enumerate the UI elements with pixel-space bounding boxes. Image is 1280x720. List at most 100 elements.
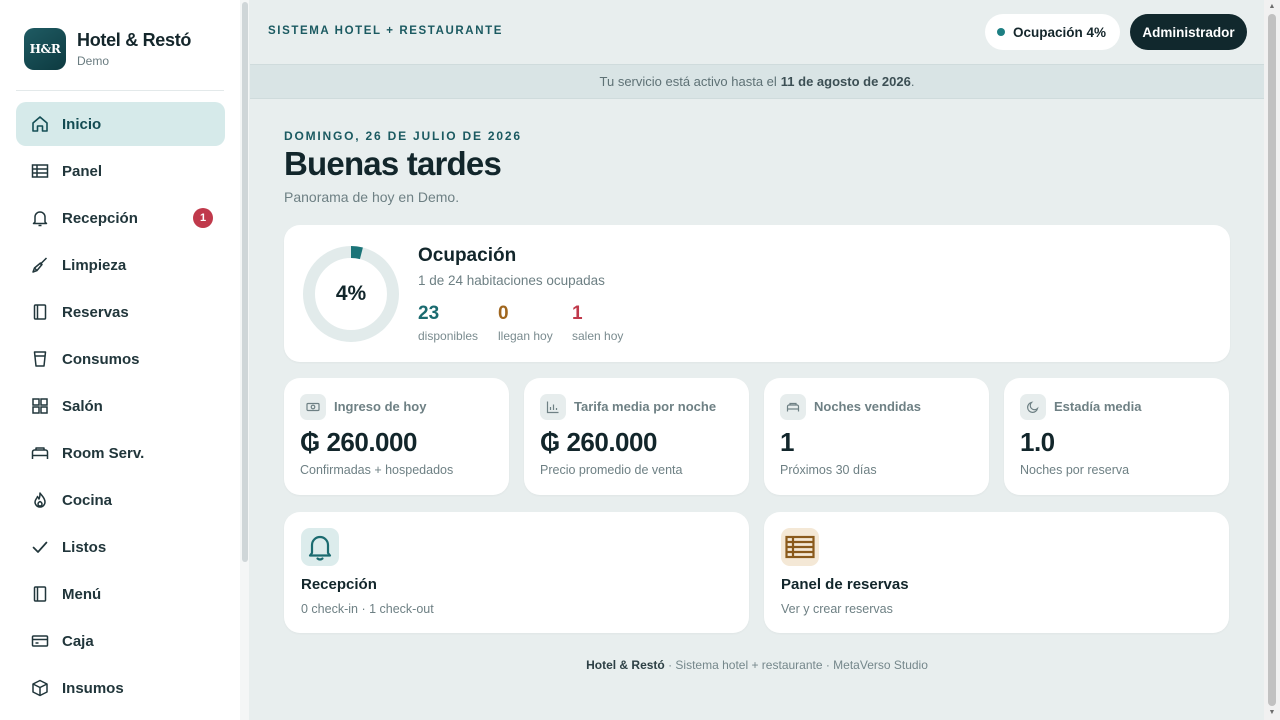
occupancy-title: Ocupación: [418, 245, 517, 266]
notice-suffix: .: [910, 74, 915, 89]
kpi-label: Tarifa media por noche: [574, 399, 717, 414]
occupancy-subtitle: 1 de 24 habitaciones ocupadas: [418, 273, 605, 288]
kpi-card-avg-rate: Tarifa media por noche ₲ 260.000 Precio …: [524, 378, 749, 495]
stat-departures: 1 salen hoy: [572, 303, 623, 343]
bed-icon: [30, 443, 50, 463]
stat-available: 23 disponibles: [418, 303, 478, 343]
stat-caption: disponibles: [418, 329, 479, 343]
sidebar-item-room-serv[interactable]: Room Serv.: [16, 431, 225, 475]
bell-icon: [30, 208, 50, 228]
stat-value: 0: [498, 303, 509, 324]
sidebar-scrollbar-thumb[interactable]: [242, 2, 248, 562]
sidebar-divider: [16, 90, 224, 91]
current-date: DOMINGO, 26 DE JULIO DE 2026: [284, 129, 522, 143]
stat-caption: salen hoy: [572, 329, 624, 343]
sidebar-item-consumos[interactable]: Consumos: [16, 337, 225, 381]
kpi-value: 1: [780, 427, 794, 457]
kpi-label: Estadía media: [1054, 399, 1142, 414]
sidebar-item-label: Menú: [62, 585, 102, 603]
bell-icon: [301, 528, 339, 566]
stat-value: 1: [572, 303, 583, 324]
check-icon: [30, 537, 50, 557]
quick-action-subtitle: 0 check-in · 1 check-out: [301, 602, 434, 616]
page-subtitle: Panorama de hoy en Demo.: [284, 189, 460, 205]
top-bar: SISTEMA HOTEL + RESTAURANTE Ocupación 4%…: [250, 0, 1264, 64]
quick-action-title: Panel de reservas: [781, 576, 909, 593]
admin-button[interactable]: Administrador: [1130, 14, 1247, 50]
sidebar-item-label: Cocina: [62, 491, 113, 509]
page-scrollbar-thumb[interactable]: [1268, 14, 1276, 706]
occupancy-pill[interactable]: Ocupación 4%: [985, 14, 1120, 50]
notification-badge: 1: [193, 208, 213, 228]
brand-subtitle: Demo: [77, 54, 110, 68]
sidebar-item-cocina[interactable]: Cocina: [16, 478, 225, 522]
occupancy-pill-label: Ocupación 4%: [1013, 24, 1107, 40]
tables-icon: [30, 396, 50, 416]
sidebar-item-reservas[interactable]: Reservas: [16, 290, 225, 334]
quick-action-title: Recepción: [301, 576, 377, 593]
kpi-caption: Próximos 30 días: [780, 463, 877, 477]
moon-icon: [1020, 394, 1046, 420]
brand[interactable]: H&R Hotel & Restó Demo: [24, 28, 191, 70]
grid-table-icon: [781, 528, 819, 566]
stat-arrivals: 0 llegan hoy: [498, 303, 553, 343]
sidebar-item-inicio[interactable]: Inicio: [16, 102, 225, 146]
footer: Hotel & Restó · Sistema hotel + restaura…: [250, 658, 1264, 672]
kpi-value: 1.0: [1020, 427, 1055, 457]
notice-date: 11 de agosto de 2026: [780, 74, 911, 89]
kpi-card-revenue: Ingreso de hoy ₲ 260.000 Confirmadas + h…: [284, 378, 509, 495]
sidebar-item-label: Listos: [62, 538, 107, 556]
cash-register-icon: [30, 631, 50, 651]
sidebar-item-caja[interactable]: Caja: [16, 619, 225, 663]
sidebar: H&R Hotel & Restó Demo Inicio Panel Rece…: [0, 0, 249, 720]
sidebar-item-recepcion[interactable]: Recepción 1: [16, 196, 225, 240]
occupancy-card: 4% Ocupación 1 de 24 habitaciones ocupad…: [284, 225, 1230, 362]
quick-action-recepcion[interactable]: Recepción 0 check-in · 1 check-out: [284, 512, 749, 633]
grid-table-icon: [30, 161, 50, 181]
brand-logo: H&R: [24, 28, 66, 70]
sidebar-item-label: Room Serv.: [62, 444, 145, 462]
sidebar-item-label: Limpieza: [62, 256, 127, 274]
bar-chart-icon: [540, 394, 566, 420]
scroll-down-icon[interactable]: ▼: [1268, 709, 1276, 717]
sidebar-item-label: Caja: [62, 632, 94, 650]
kpi-label: Ingreso de hoy: [334, 399, 427, 414]
status-dot: [997, 28, 1005, 36]
occupancy-percent: 4%: [335, 282, 367, 305]
kpi-caption: Confirmadas + hospedados: [300, 463, 454, 477]
kpi-label: Noches vendidas: [814, 399, 921, 414]
box-icon: [30, 678, 50, 698]
sidebar-item-label: Inicio: [62, 115, 102, 133]
sidebar-item-salon[interactable]: Salón: [16, 384, 225, 428]
kpi-card-nights-sold: Noches vendidas 1 Próximos 30 días: [764, 378, 989, 495]
flame-icon: [30, 490, 50, 510]
sidebar-item-panel[interactable]: Panel: [16, 149, 225, 193]
book-icon: [30, 302, 50, 322]
cup-icon: [30, 349, 50, 369]
quick-action-panel-reservas[interactable]: Panel de reservas Ver y crear reservas: [764, 512, 1229, 633]
broom-icon: [30, 255, 50, 275]
stat-caption: llegan hoy: [498, 329, 553, 343]
quick-action-subtitle: Ver y crear reservas: [781, 602, 893, 616]
sidebar-item-label: Reservas: [62, 303, 129, 321]
kpi-value: ₲ 260.000: [300, 427, 417, 457]
sidebar-item-label: Recepción: [62, 209, 138, 227]
sidebar-nav: Inicio Panel Recepción 1 Limpieza Reserv…: [16, 102, 225, 713]
sidebar-item-label: Panel: [62, 162, 103, 180]
kpi-caption: Noches por reserva: [1020, 463, 1130, 477]
kpi-caption: Precio promedio de venta: [540, 463, 683, 477]
kpi-value: ₲ 260.000: [540, 427, 657, 457]
brand-name: Hotel & Restó: [77, 30, 192, 50]
footer-brand: Hotel & Restó: [586, 658, 665, 672]
page-title: Buenas tardes: [284, 145, 502, 182]
scroll-up-icon[interactable]: ▲: [1268, 3, 1276, 11]
sidebar-item-limpieza[interactable]: Limpieza: [16, 243, 225, 287]
bed-icon: [780, 394, 806, 420]
app-title: SISTEMA HOTEL + RESTAURANTE: [268, 25, 503, 37]
money-icon: [300, 394, 326, 420]
sidebar-item-label: Salón: [62, 397, 103, 415]
sidebar-item-menu[interactable]: Menú: [16, 572, 225, 616]
sidebar-item-insumos[interactable]: Insumos: [16, 666, 225, 710]
sidebar-item-listos[interactable]: Listos: [16, 525, 225, 569]
kpi-card-avg-stay: Estadía media 1.0 Noches por reserva: [1004, 378, 1229, 495]
